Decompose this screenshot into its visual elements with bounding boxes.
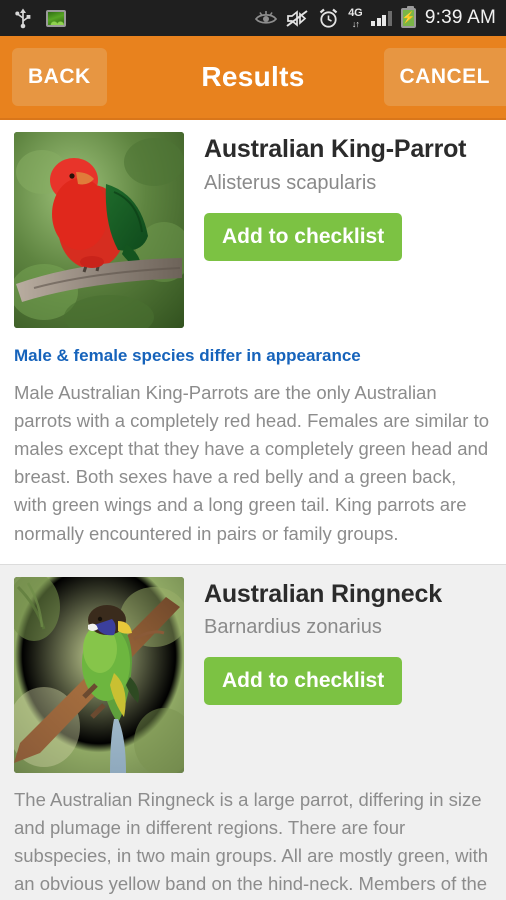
usb-icon (14, 7, 32, 29)
status-bar-left (14, 7, 66, 29)
species-photo[interactable] (14, 132, 184, 328)
network-4g-icon: 4G ↓↑ (348, 6, 363, 29)
back-button[interactable]: BACK (12, 48, 107, 106)
species-description: Male Australian King-Parrots are the onl… (14, 382, 490, 544)
species-dimorphism-note[interactable]: Male & female species differ in appearan… (14, 346, 492, 366)
status-bar-clock: 9:39 AM (424, 7, 496, 28)
volume-mute-icon (286, 9, 309, 28)
battery-bolt-glyph: ⚡ (401, 11, 416, 24)
result-card[interactable]: Australian King-Parrot Alisterus scapula… (0, 120, 506, 564)
result-card-top: Australian King-Parrot Alisterus scapula… (14, 132, 492, 328)
result-card[interactable]: Australian Ringneck Barnardius zonarius … (0, 563, 506, 900)
status-bar-right: 4G ↓↑ ⚡ 9:39 AM (255, 6, 496, 29)
species-scientific-name: Barnardius zonarius (204, 616, 382, 639)
species-common-name: Australian Ringneck (204, 579, 442, 608)
eye-icon (255, 10, 278, 26)
cancel-button[interactable]: CANCEL (383, 48, 506, 106)
result-card-info: Australian Ringneck Barnardius zonarius … (204, 577, 492, 773)
app-header: BACK Results CANCEL (0, 36, 506, 120)
results-list[interactable]: Australian King-Parrot Alisterus scapula… (0, 120, 506, 900)
add-to-checklist-button[interactable]: Add to checklist (204, 212, 403, 261)
app-icon (46, 9, 66, 27)
status-bar: 4G ↓↑ ⚡ 9:39 AM (0, 0, 506, 36)
network-type-label: 4G (348, 6, 363, 19)
add-to-checklist-button[interactable]: Add to checklist (204, 657, 403, 706)
species-description: The Australian Ringneck is a large parro… (14, 788, 489, 894)
battery-charging-icon: ⚡ (400, 6, 416, 28)
species-photo[interactable] (14, 576, 184, 773)
alarm-clock-icon (318, 8, 339, 29)
data-arrows-label: ↓↑ (351, 18, 360, 29)
result-card-info: Australian King-Parrot Alisterus scapula… (204, 132, 492, 328)
result-card-top: Australian Ringneck Barnardius zonarius … (14, 576, 492, 773)
signal-bars-icon (371, 10, 392, 26)
species-common-name: Australian King-Parrot (204, 135, 467, 163)
species-scientific-name: Alisterus scapularis (204, 171, 377, 194)
